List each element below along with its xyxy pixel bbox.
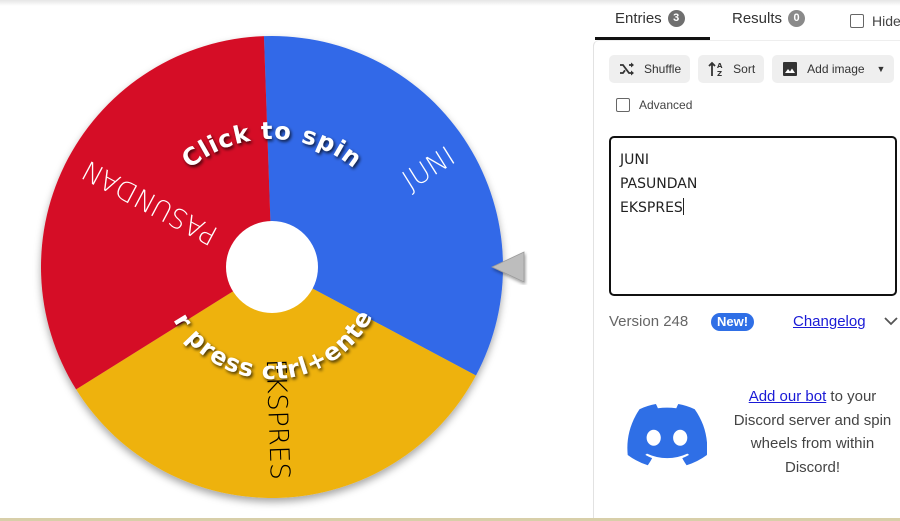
- discord-promo-text: Add our bot to your Discord server and s…: [725, 385, 900, 479]
- spin-wheel[interactable]: JUNIEKSPRESPASUNDAN Click to spin or pre…: [0, 0, 585, 518]
- entries-text: JUNI PASUNDAN EKSPRES: [620, 152, 698, 216]
- advanced-toggle[interactable]: Advanced: [616, 98, 692, 112]
- panel-tabs: Entries 3 Results 0 Hide: [595, 0, 900, 40]
- tab-entries-label: Entries: [615, 10, 662, 27]
- tab-results-label: Results: [732, 10, 783, 27]
- svg-text:A: A: [717, 62, 723, 70]
- wheel-area[interactable]: JUNIEKSPRESPASUNDAN Click to spin or pre…: [0, 0, 585, 518]
- shuffle-label: Shuffle: [644, 62, 682, 76]
- wheel-center-hub[interactable]: [226, 221, 318, 313]
- dropdown-caret-icon[interactable]: ▼: [877, 64, 886, 74]
- entries-textarea[interactable]: JUNI PASUNDAN EKSPRES: [609, 136, 897, 296]
- add-image-label: Add image: [807, 62, 865, 76]
- sort-label: Sort: [733, 62, 756, 76]
- entries-toolbar: Shuffle A Z Sort Add image ▼: [609, 55, 895, 83]
- svg-text:Z: Z: [717, 70, 722, 77]
- advanced-label: Advanced: [639, 98, 693, 112]
- new-badge: New!: [711, 313, 755, 331]
- sort-icon: A Z: [707, 60, 725, 78]
- entries-count-badge: 3: [667, 10, 685, 27]
- version-row: Version 248 New! Changelog: [609, 311, 900, 333]
- advanced-checkbox[interactable]: [616, 98, 630, 112]
- sort-button[interactable]: A Z Sort: [698, 55, 765, 83]
- changelog-link[interactable]: Changelog: [793, 313, 866, 330]
- hide-toggle[interactable]: Hide: [850, 13, 900, 29]
- add-bot-link[interactable]: Add our bot: [749, 388, 827, 405]
- discord-logo-icon[interactable]: [627, 404, 708, 471]
- results-count-badge: 0: [788, 10, 806, 27]
- shuffle-button[interactable]: Shuffle: [609, 55, 691, 83]
- version-text: Version 248: [609, 313, 689, 330]
- tab-entries[interactable]: Entries 3: [615, 10, 685, 27]
- image-icon: [781, 60, 799, 78]
- hide-checkbox[interactable]: [850, 14, 864, 28]
- text-cursor: [682, 198, 684, 215]
- shuffle-icon: [618, 60, 636, 78]
- chevron-down-icon[interactable]: [883, 314, 899, 332]
- active-tab-indicator: [595, 37, 710, 40]
- hide-label: Hide: [872, 13, 900, 29]
- tab-results[interactable]: Results 0: [732, 10, 806, 27]
- add-image-button[interactable]: Add image ▼: [772, 55, 895, 83]
